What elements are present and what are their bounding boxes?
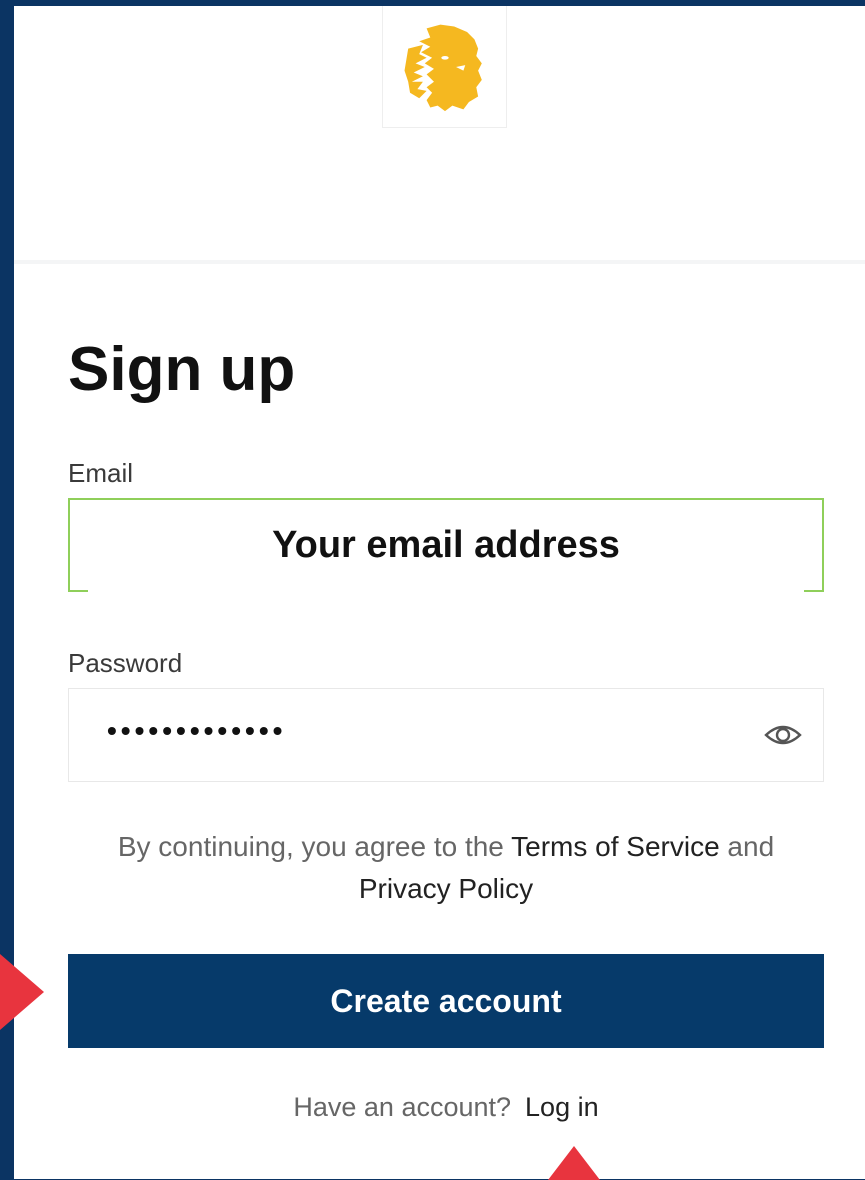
login-row: Have an account? Log in: [68, 1092, 824, 1123]
focus-border-corner: [804, 590, 824, 592]
privacy-policy-link[interactable]: Privacy Policy: [359, 873, 533, 904]
create-account-button[interactable]: Create account: [68, 954, 824, 1048]
password-label: Password: [68, 648, 183, 678]
signup-page: Sign up Email Your email address Passwor…: [14, 6, 865, 1179]
login-prompt: Have an account?: [293, 1092, 512, 1122]
header: [14, 6, 865, 264]
page-title: Sign up: [68, 335, 296, 404]
password-value: •••••••••••••: [107, 715, 287, 746]
email-field[interactable]: Your email address: [68, 498, 824, 592]
terms-of-service-link[interactable]: Terms of Service: [511, 831, 720, 862]
lion-head-icon: [404, 24, 482, 111]
focus-border-corner: [68, 590, 88, 592]
terms-prefix: By continuing, you agree to the: [117, 831, 512, 862]
password-field[interactable]: •••••••••••••: [68, 688, 824, 782]
terms-middle: and: [719, 831, 775, 862]
eye-icon[interactable]: [763, 717, 803, 753]
terms-text: By continuing, you agree to the Terms of…: [68, 826, 824, 910]
annotation-arrow-up: [548, 1146, 600, 1180]
email-label: Email: [68, 458, 134, 488]
logo: [382, 6, 507, 128]
annotation-arrow-right: [0, 954, 44, 1030]
login-link[interactable]: Log in: [525, 1092, 599, 1122]
email-placeholder: Your email address: [272, 523, 620, 566]
